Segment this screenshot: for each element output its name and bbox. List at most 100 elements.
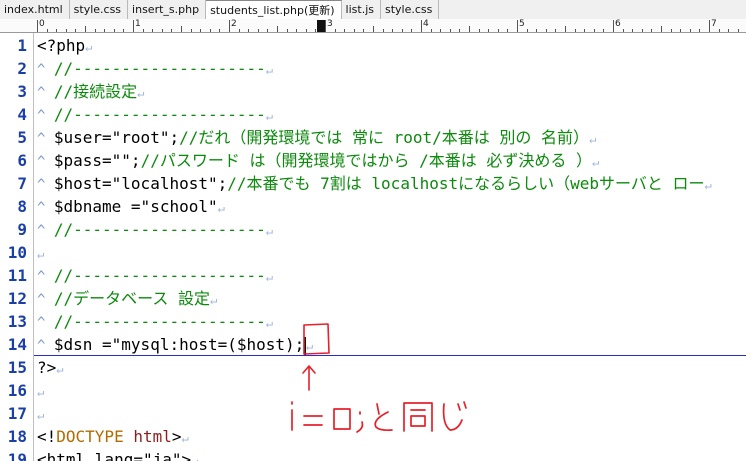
code-line[interactable]: ↵: [37, 402, 44, 425]
tab-5[interactable]: style.css: [381, 0, 440, 19]
column-ruler: 0 1 2 3 4 5 6 7: [0, 19, 746, 33]
line-number: 1: [17, 36, 27, 55]
code-line[interactable]: ?>↵: [37, 356, 64, 379]
eol-marker: ↵: [137, 86, 145, 100]
line-number-gutter: 1 2 3 4 5 6 7 8 9 10 11 12 13 14 15 16 17 18 19: [0, 33, 34, 461]
ruler-number: 5: [519, 19, 525, 29]
code-comment: //--------------------: [53, 220, 266, 239]
ruler-tick: [305, 29, 307, 32]
tab-marker: ^: [37, 292, 54, 308]
ruler-tick: [113, 29, 115, 32]
ruler-tick: [267, 29, 269, 32]
tab-2[interactable]: insert_s.php: [128, 0, 207, 19]
ruler-tick: [536, 29, 538, 32]
code-token: $pass="";: [53, 151, 141, 170]
ruler-tick: [670, 29, 672, 32]
ruler-tick: [728, 29, 730, 32]
tab-3[interactable]: students_list.php(更新): [206, 0, 342, 20]
code-line[interactable]: ^ //--------------------↵: [37, 103, 273, 126]
tab-marker: ^: [37, 154, 54, 170]
ruler-tick: [94, 29, 96, 32]
line-number: 19: [7, 450, 27, 461]
ruler-tick: [257, 29, 259, 32]
line-number: 16: [7, 381, 27, 400]
ruler-tick: [161, 29, 163, 32]
tab-marker: ^: [37, 85, 54, 101]
line-number: 17: [7, 404, 27, 423]
eol-marker: ↵: [181, 431, 189, 445]
code-comment: //データベース 設定: [53, 289, 210, 308]
code-line[interactable]: <?php↵: [37, 34, 92, 57]
ruler-tick: [517, 20, 518, 32]
ruler-tick: [325, 20, 326, 32]
ruler-tick: [56, 29, 58, 32]
tab-marker: ^: [37, 223, 54, 239]
code-line[interactable]: ↵: [37, 241, 44, 264]
code-line[interactable]: ^ //--------------------↵: [37, 310, 273, 333]
code-line[interactable]: <html lang="ja">↵: [37, 448, 198, 461]
code-line[interactable]: <!DOCTYPE html>↵: [37, 425, 189, 448]
tab-marker: ^: [37, 108, 54, 124]
ruler-tick: [133, 20, 134, 32]
code-comment: //だれ（開発環境では 常に root/本番は 別の 名前）: [179, 128, 590, 147]
ruler-tick: [344, 29, 346, 32]
code-area[interactable]: <?php↵ ^ //--------------------↵ ^ //接続設定↵…: [37, 33, 746, 461]
code-line[interactable]: ^ //--------------------↵: [37, 218, 273, 241]
code-line[interactable]: ^ $dbname ="school"↵: [37, 195, 225, 218]
eol-marker: ↵: [217, 201, 225, 215]
eol-marker: ↵: [305, 339, 314, 353]
tab-marker: ^: [37, 62, 54, 78]
tab-4[interactable]: list.js: [342, 0, 381, 19]
tab-marker: ^: [37, 131, 54, 147]
eol-marker: ↵: [704, 178, 712, 192]
code-line[interactable]: ^ //データベース 設定↵: [37, 287, 217, 310]
code-line[interactable]: ^ $user="root";//だれ（開発環境では 常に root/本番は 別…: [37, 126, 596, 149]
code-line[interactable]: ^ $host="localhost";//本番でも 7割は localhost…: [37, 172, 712, 195]
code-token: ?>: [37, 358, 57, 377]
ruler-tick: [37, 20, 38, 32]
ruler-caret-marker: [317, 20, 325, 32]
ruler-tick: [353, 29, 355, 32]
eol-marker: ↵: [191, 454, 199, 461]
ruler-tick: [190, 29, 192, 32]
eol-marker: ↵: [37, 385, 45, 399]
text-editor: index.html style.css insert_s.php students_…: [0, 0, 746, 461]
ruler-number: 4: [423, 19, 429, 29]
ruler-tick: [46, 29, 48, 32]
tab-0[interactable]: index.html: [0, 0, 70, 19]
ruler-tick: [689, 29, 691, 32]
code-line[interactable]: ^ //--------------------↵: [37, 264, 273, 287]
ruler-tick: [526, 29, 528, 32]
ruler-tick: [209, 29, 211, 32]
ruler-tick: [411, 29, 413, 32]
code-line[interactable]: ^ $dsn ="mysql:host=($host); ↵: [37, 333, 313, 356]
code-token: $user="root";: [53, 128, 180, 147]
ruler-tick: [603, 29, 605, 32]
ruler-tick: [584, 29, 586, 32]
tab-1[interactable]: style.css: [70, 0, 129, 19]
line-number: 3: [17, 82, 27, 101]
eol-marker: ↵: [592, 155, 600, 169]
line-number: 2: [17, 59, 27, 78]
code-token: DOCTYPE: [56, 427, 124, 446]
ruler-tick: [593, 29, 595, 32]
eol-marker: ↵: [265, 63, 274, 77]
line-number: 15: [7, 358, 27, 377]
code-token: $dbname ="school": [53, 197, 218, 216]
code-line[interactable]: ^ //--------------------↵: [37, 57, 273, 80]
ruler-tick: [123, 29, 125, 32]
code-line[interactable]: ^ //接続設定↵: [37, 80, 144, 103]
code-line[interactable]: ^ $pass="";//パスワード は（開発環境ではから /本番は 必ず決める…: [37, 149, 599, 172]
ruler-number: 0: [39, 19, 45, 29]
ruler-tick: [200, 29, 202, 32]
eol-marker: ↵: [589, 132, 597, 146]
ruler-tick: [488, 29, 490, 32]
code-comment: //--------------------: [53, 266, 266, 285]
ruler-tick: [401, 29, 403, 32]
ruler-tick: [296, 29, 298, 32]
line-number: 4: [17, 105, 27, 124]
code-line[interactable]: ↵: [37, 379, 44, 402]
ruler-number: 6: [615, 19, 621, 29]
ruler-number: 1: [135, 19, 141, 29]
code-comment: //パスワード は（開発環境ではから /本番は 必ず決める ）: [140, 151, 592, 170]
